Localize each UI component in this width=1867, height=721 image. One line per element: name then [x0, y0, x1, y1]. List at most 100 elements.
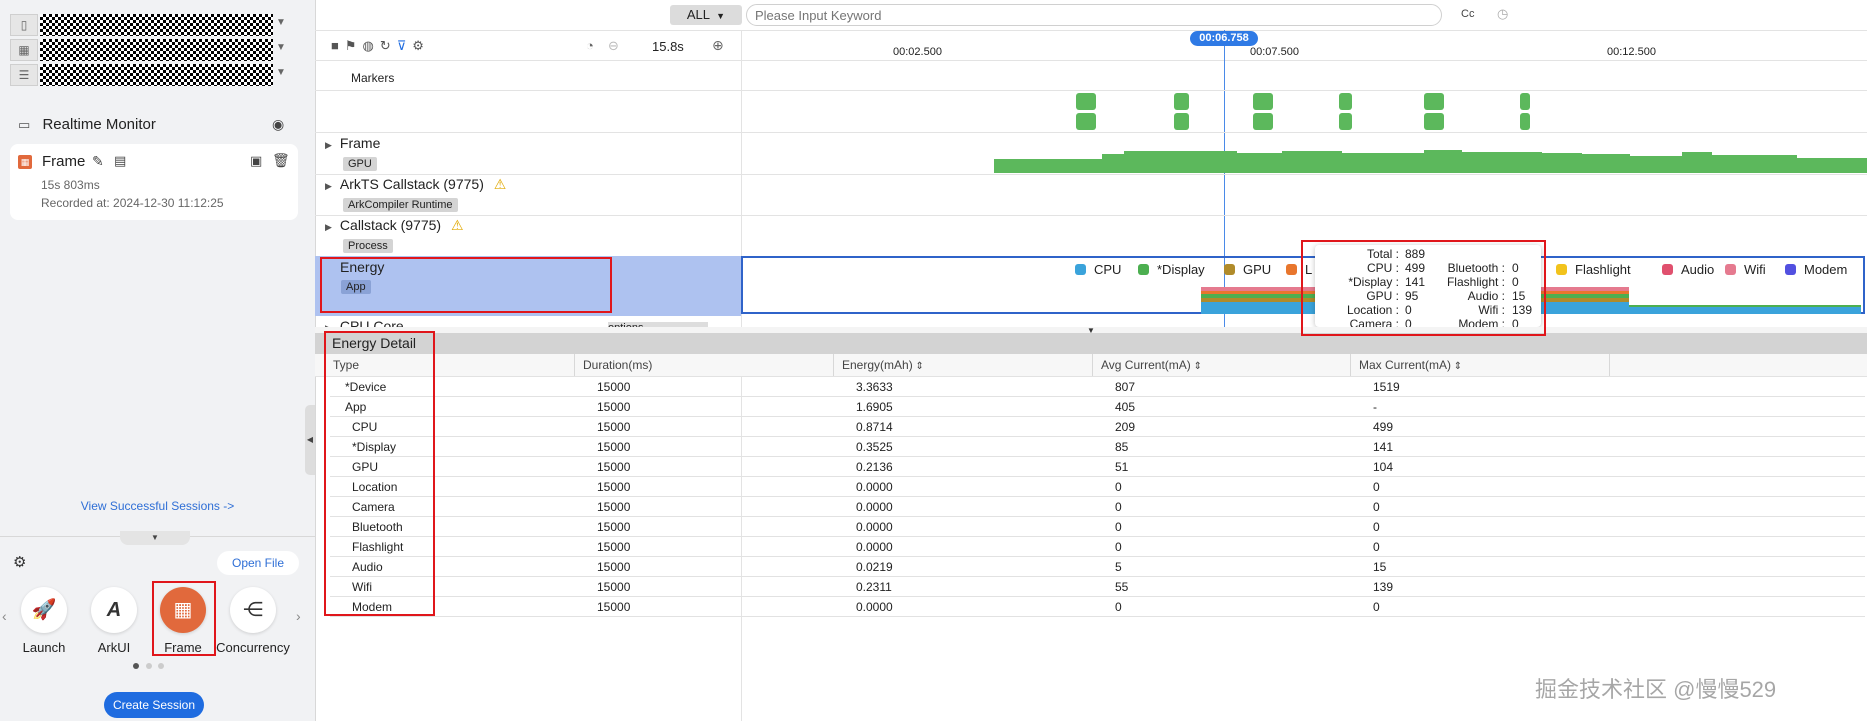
marker[interactable] — [1076, 113, 1096, 130]
column-header[interactable]: Type — [325, 354, 575, 376]
frame-gpu-chart[interactable] — [742, 138, 1867, 174]
marker[interactable] — [1339, 93, 1352, 110]
callstack-track-header[interactable]: ▶ Callstack (9775) ⚠ — [325, 217, 464, 234]
marker[interactable] — [1253, 113, 1273, 130]
cpu-core-track-header[interactable]: ▶CPU Core — [325, 318, 404, 327]
table-row[interactable]: Location 15000 0.0000 0 0 — [330, 476, 1865, 497]
table-cell: 3.3633 — [848, 377, 1107, 397]
frame-tool-icon[interactable]: ▦ — [160, 587, 206, 633]
legend-item[interactable]: CPU — [1075, 262, 1121, 277]
expand-triangle-icon[interactable]: ▶ — [325, 181, 332, 191]
sidebar-collapse-handle[interactable]: ◀ — [305, 405, 315, 475]
column-header[interactable]: Duration(ms) — [575, 354, 834, 376]
carousel-dot-active[interactable] — [133, 663, 139, 669]
carousel-prev-icon[interactable]: ‹ — [2, 608, 7, 624]
table-cell: 141 — [1365, 436, 1865, 457]
expand-triangle-icon[interactable]: ▶ — [325, 222, 332, 232]
table-row[interactable]: Audio 15000 0.0219 5 15 — [330, 556, 1865, 577]
filter-icon[interactable]: ⊽ — [397, 38, 413, 53]
column-header[interactable]: Avg Current(mA) ⇕ — [1093, 354, 1351, 376]
session-card[interactable]: ▦ Frame ✎ ▤ ▣ 🗑 15s 803ms Recorded at: 2… — [10, 144, 298, 220]
table-row[interactable]: Bluetooth 15000 0.0000 0 0 — [330, 516, 1865, 537]
marker[interactable] — [1076, 93, 1096, 110]
cycle-icon[interactable]: ↻ — [380, 38, 397, 53]
time-cursor-label[interactable]: 00:06.758 — [1190, 31, 1258, 46]
globe-icon[interactable]: ◍ — [363, 38, 380, 53]
settings-gear-icon[interactable]: ⚙ — [13, 553, 26, 571]
sort-icon[interactable]: ⇕ — [1451, 361, 1462, 372]
arkts-track-header[interactable]: ▶ ArkTS Callstack (9775) ⚠ — [325, 176, 506, 193]
legend-item[interactable]: L — [1286, 262, 1312, 277]
marker[interactable] — [1253, 93, 1273, 110]
legend-item[interactable]: *Display — [1138, 262, 1205, 277]
match-case-toggle[interactable]: Cc — [1461, 8, 1474, 20]
chevron-down-icon[interactable]: ▼ — [276, 67, 294, 78]
app-name-redacted — [40, 39, 273, 61]
chevron-down-icon[interactable]: ▼ — [276, 42, 294, 53]
collapse-handle[interactable]: ▼ — [120, 531, 190, 545]
table-row[interactable]: App 15000 1.6905 405- — [330, 396, 1865, 417]
table-row[interactable]: CPU 15000 0.8714 209 499 — [330, 416, 1865, 437]
energy-chart[interactable] — [743, 280, 1863, 314]
table-cell: 15000 — [589, 396, 848, 417]
column-header-label: Energy(mAh) — [842, 358, 913, 372]
marker[interactable] — [1174, 113, 1189, 130]
marker[interactable] — [1424, 113, 1444, 130]
table-row[interactable]: Modem 15000 0.0000 0 0 — [330, 596, 1865, 617]
flag-icon[interactable]: ⚑ — [345, 38, 363, 53]
column-header[interactable]: Energy(mAh) ⇕ — [834, 354, 1093, 376]
search-input[interactable] — [746, 4, 1442, 26]
table-row[interactable]: Camera 15000 0.0000 0 0 — [330, 496, 1865, 517]
table-row[interactable]: Flashlight 15000 0.0000 0 0 — [330, 536, 1865, 557]
marker[interactable] — [1339, 113, 1352, 130]
delete-icon[interactable]: 🗑 — [272, 152, 290, 169]
edit-icon[interactable]: ✎ — [92, 153, 104, 170]
sort-icon[interactable]: ⇕ — [913, 361, 923, 372]
table-row[interactable]: GPU 15000 0.2136 51 104 — [330, 456, 1865, 477]
legend-item[interactable]: Audio — [1662, 262, 1714, 277]
record-icon[interactable]: ◉ — [272, 116, 284, 133]
marker[interactable] — [1424, 93, 1444, 110]
column-header[interactable]: Max Current(mA) ⇕ — [1351, 354, 1610, 376]
clock-icon[interactable]: ◷ — [1497, 6, 1508, 22]
settings-icon[interactable]: ⚙ — [412, 38, 430, 53]
concurrency-share-icon[interactable]: ⋲ — [230, 587, 276, 633]
table-row[interactable]: Wifi 15000 0.2311 55 139 — [330, 576, 1865, 597]
create-session-button[interactable]: Create Session — [104, 692, 204, 718]
carousel-next-icon[interactable]: › — [296, 608, 301, 624]
carousel-dot[interactable] — [146, 663, 152, 669]
stop-icon[interactable]: ■ — [331, 38, 345, 53]
table-row[interactable]: *Display 15000 0.3525 85 141 — [330, 436, 1865, 457]
legend-item[interactable]: GPU — [1224, 262, 1271, 277]
legend-item[interactable]: Wifi — [1725, 262, 1766, 277]
table-cell: *Device — [330, 377, 589, 397]
filter-dropdown[interactable]: ALL ▼ — [670, 5, 742, 25]
zoom-out-icon[interactable]: ⊖ — [608, 38, 619, 54]
sort-icon[interactable]: ⇕ — [1191, 361, 1202, 372]
table-row[interactable]: *Device 15000 3.3633 807 1519 — [330, 377, 1865, 397]
tooltip-value: 141 — [1405, 275, 1426, 289]
chevron-down-icon[interactable]: ▼ — [276, 17, 294, 28]
legend-item[interactable]: Modem — [1785, 262, 1847, 277]
zoom-in-icon[interactable]: ⊕ — [712, 37, 724, 54]
marker[interactable] — [1174, 93, 1189, 110]
legend-item[interactable]: Flashlight — [1556, 262, 1631, 277]
arkui-icon[interactable]: A — [91, 587, 137, 633]
app-selector[interactable]: ▦ ▼ — [10, 39, 295, 61]
filter-value: ALL — [686, 7, 710, 22]
save-icon[interactable]: ▣ — [250, 153, 262, 169]
table-cell: 0.0219 — [848, 556, 1107, 577]
launch-rocket-icon[interactable]: 🚀 — [21, 587, 67, 633]
realtime-monitor-row[interactable]: ▭ Realtime Monitor — [18, 116, 156, 133]
device-selector[interactable]: ▯ ▼ — [10, 14, 295, 36]
open-file-button[interactable]: Open File — [217, 551, 299, 575]
frame-track-header[interactable]: ▶ Frame — [325, 135, 380, 151]
expand-triangle-icon[interactable]: ▶ — [325, 140, 332, 150]
marker[interactable] — [1520, 113, 1530, 130]
notes-icon[interactable]: ▤ — [114, 153, 126, 169]
process-selector[interactable]: ☰ ▼ — [10, 64, 295, 86]
view-successful-sessions-link[interactable]: View Successful Sessions -> — [0, 499, 315, 513]
carousel-dot[interactable] — [158, 663, 164, 669]
timer-icon[interactable]: ◔ — [586, 38, 594, 53]
marker[interactable] — [1520, 93, 1530, 110]
